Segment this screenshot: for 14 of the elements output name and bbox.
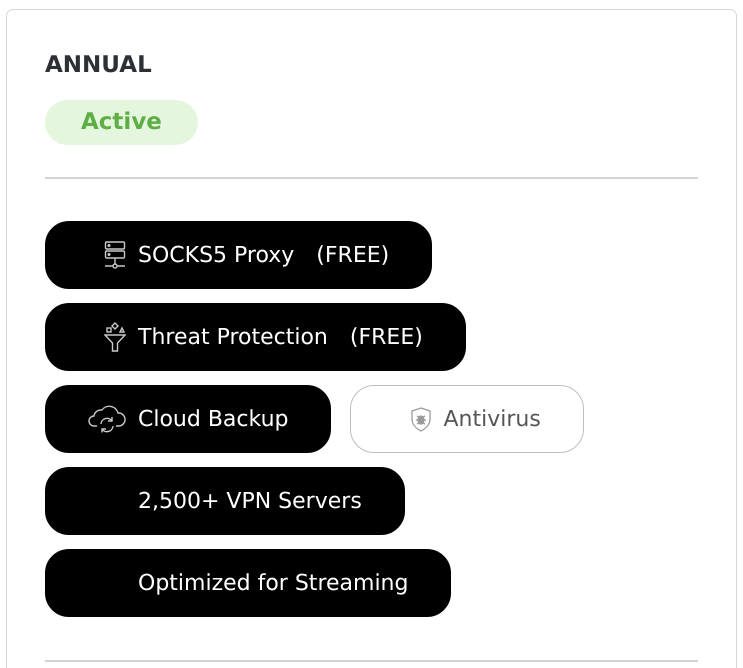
free-note: (FREE) xyxy=(316,242,390,270)
feature-label: Cloud Backup xyxy=(138,406,288,434)
feature-label: 2,500+ VPN Servers xyxy=(138,488,362,516)
plan-title: ANNUAL xyxy=(45,52,153,80)
shield-bug-icon xyxy=(411,406,432,432)
feature-label: Optimized for Streaming xyxy=(138,570,408,598)
feature-label: Antivirus xyxy=(443,406,541,434)
cloud-sync-icon xyxy=(88,405,126,434)
server-icon xyxy=(104,241,126,270)
feature-label: Threat Protection xyxy=(138,324,328,352)
free-note: (FREE) xyxy=(350,324,423,352)
feature-label: SOCKS5 Proxy xyxy=(138,242,294,270)
funnel-icon xyxy=(104,322,126,352)
status-badge: Active xyxy=(45,100,198,146)
